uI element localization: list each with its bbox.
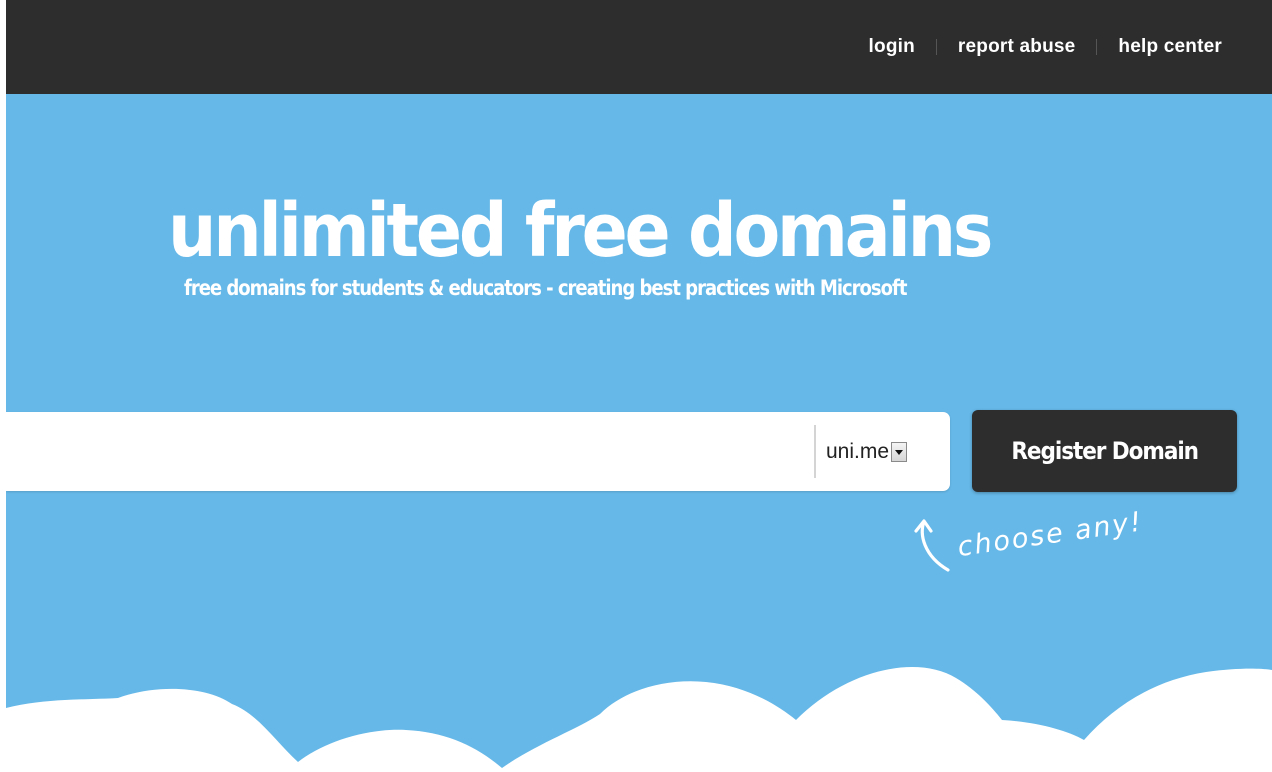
nav-divider	[1096, 39, 1098, 55]
choose-any-hint: choose any!	[955, 506, 1145, 563]
page: login report abuse help center unlimited…	[0, 0, 1272, 772]
top-nav-links: login report abuse help center	[869, 36, 1222, 58]
report-abuse-link[interactable]: report abuse	[958, 36, 1076, 58]
nav-divider	[935, 39, 937, 55]
hero-title: unlimited free domains	[168, 188, 993, 274]
top-navigation-bar: login report abuse help center	[0, 0, 1272, 94]
hero-section: unlimited free domains free domains for …	[6, 94, 1272, 772]
curved-arrow-icon	[914, 519, 950, 572]
domain-extension-select[interactable]: uni.me	[826, 439, 908, 465]
register-domain-label: Register Domain	[1011, 437, 1199, 465]
clouds-decoration	[6, 667, 1272, 772]
domain-extension-value: uni.me	[826, 440, 890, 463]
chevron-down-icon[interactable]	[891, 442, 908, 462]
register-domain-button[interactable]: Register Domain	[972, 410, 1237, 492]
hero-tagline: free domains for students & educators - …	[184, 276, 907, 300]
domain-name-input[interactable]	[6, 412, 806, 491]
extension-divider	[814, 425, 816, 478]
help-center-link[interactable]: help center	[1118, 36, 1222, 58]
domain-search-box: uni.me	[6, 412, 950, 491]
login-link[interactable]: login	[869, 36, 915, 58]
